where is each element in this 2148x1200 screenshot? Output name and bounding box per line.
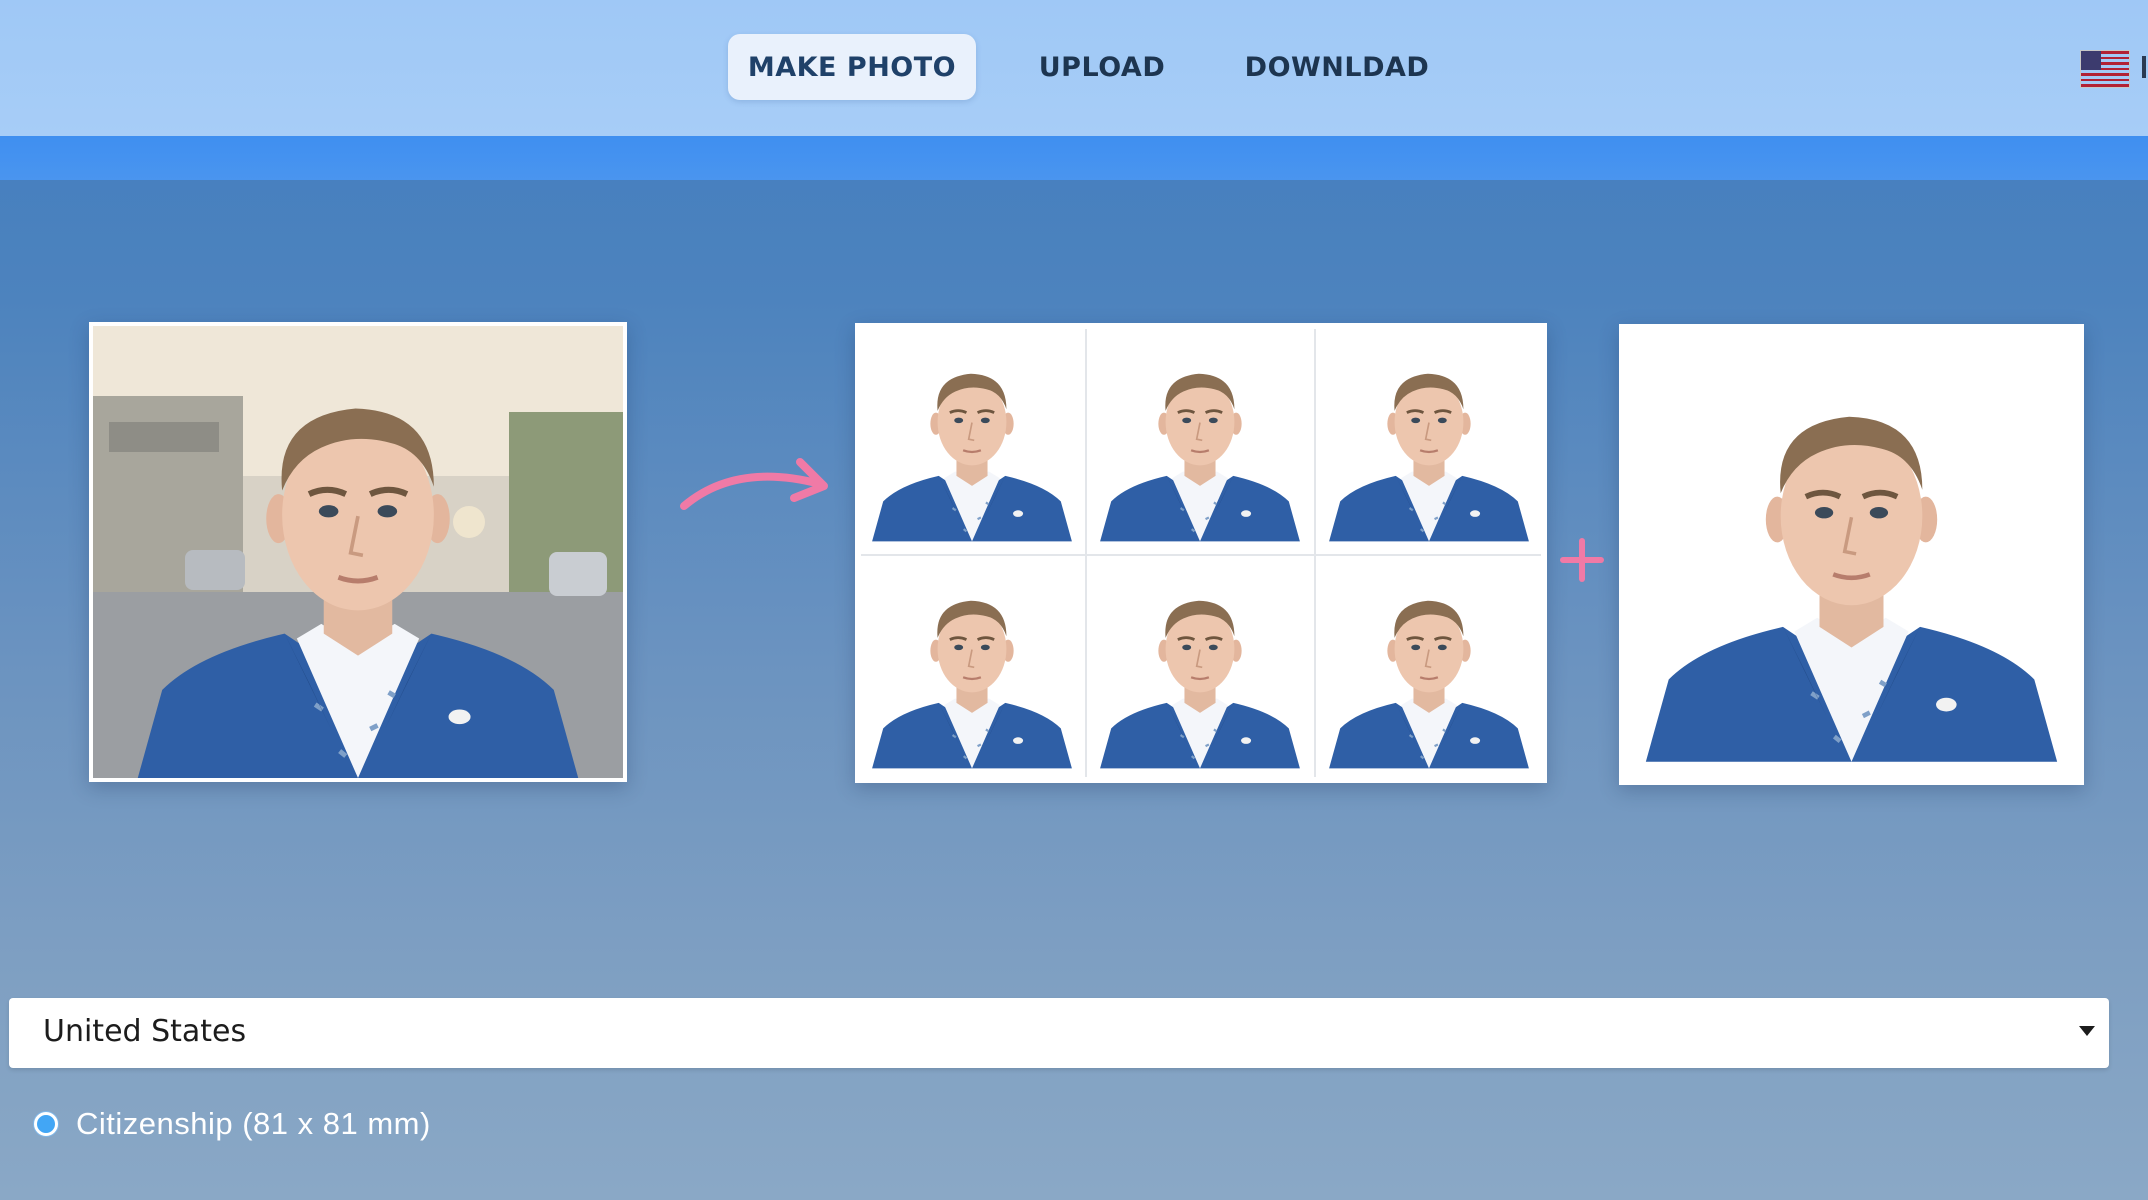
document-option-label: Citizenship (81 x 81 mm)	[76, 1106, 431, 1141]
curved-arrow-icon	[680, 458, 828, 510]
plus-icon	[1560, 538, 1604, 582]
document-option-citizenship[interactable]: Citizenship (81 x 81 mm)	[34, 1106, 431, 1142]
chevron-down-icon	[2079, 1026, 2095, 1036]
source-photo	[89, 322, 627, 782]
nav-download[interactable]: DOWNLDAD	[1234, 34, 1440, 100]
country-select-value: United States	[43, 1014, 247, 1049]
top-navigation-bar: MAKE PHOTO UPLOAD DOWNLDAD	[0, 0, 2148, 136]
photo-sheet	[855, 323, 1547, 783]
header-accent-strip	[0, 136, 2148, 180]
single-photo	[1619, 324, 2084, 785]
language-label-fragment[interactable]	[2142, 56, 2146, 78]
radio-selected-icon[interactable]	[34, 1112, 58, 1136]
country-select[interactable]: United States	[9, 998, 2109, 1068]
nav-make-photo[interactable]: MAKE PHOTO	[728, 34, 976, 100]
us-flag-icon[interactable]	[2080, 50, 2130, 88]
nav-upload[interactable]: UPLOAD	[1014, 34, 1190, 100]
